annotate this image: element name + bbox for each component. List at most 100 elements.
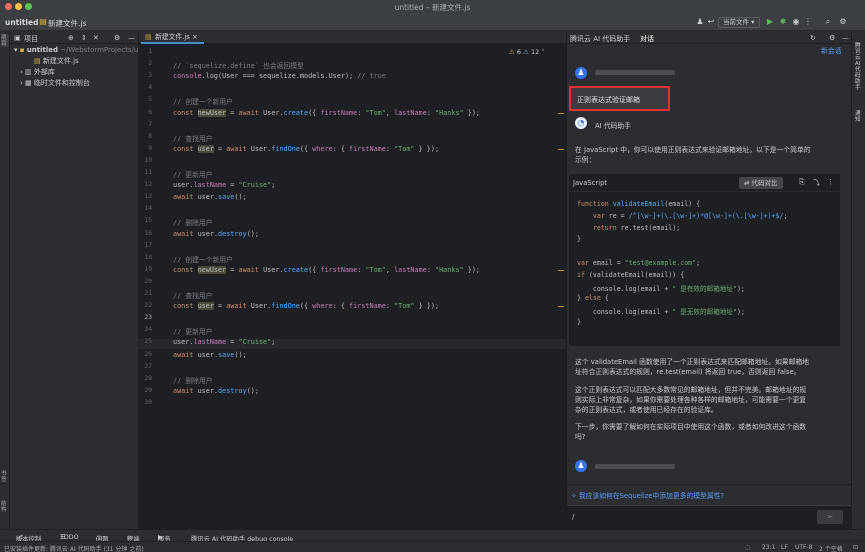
code-token: console.log(email +	[577, 308, 673, 317]
structure-tool-button[interactable]: 结构	[1, 501, 9, 513]
code-token: var	[577, 259, 593, 267]
new-chat-link[interactable]: 新会话	[821, 45, 841, 55]
warning-marker[interactable]	[558, 112, 564, 114]
code-token: // 删除用户	[173, 376, 213, 385]
root-folder-path: ~/WebstormProjects/un	[60, 46, 139, 54]
code-compare-label: 代码对比	[751, 179, 778, 187]
more-icon[interactable]: ⋮	[827, 178, 834, 186]
code-token: firstName	[349, 144, 386, 153]
run-configuration-select[interactable]: 当前文件 ▾	[718, 17, 760, 28]
intro-line-1: 在 JavaScript 中，你可以使用正则表达式来验证邮箱地址。以下是一个简单…	[575, 146, 811, 154]
code-line: await user.destroy();	[173, 387, 259, 395]
code-token: user	[197, 229, 214, 238]
user-icon[interactable]: ♟	[695, 17, 705, 27]
project-tool-button[interactable]: 项目	[1, 35, 9, 47]
code-line: user.lastName = "Cruise";	[173, 181, 275, 189]
indent-setting[interactable]: 2 个空格	[819, 544, 843, 552]
send-button[interactable]: ➢	[817, 510, 843, 524]
suggested-question-text: 我应该如何在Sequelize中添加更多的模型属性?	[578, 492, 725, 500]
line-number: 3	[148, 72, 152, 80]
code-token: ,	[385, 265, 395, 274]
warning-marker[interactable]	[558, 306, 564, 308]
file-breadcrumb[interactable]: 新建文件.js	[48, 18, 86, 29]
code-token: ();	[234, 193, 247, 202]
line-number: 25	[144, 338, 152, 346]
ai-tool-button[interactable]: 腾讯云 AI 代码助手	[855, 43, 863, 91]
locate-icon[interactable]: ⊕	[68, 34, 74, 42]
warning-marker[interactable]	[558, 269, 564, 271]
code-compare-button[interactable]: ⇄ 代码对比	[739, 177, 783, 189]
assistant-intro: 在 JavaScript 中，你可以使用正则表达式来验证邮箱地址。以下是一个简单…	[575, 145, 811, 165]
code-token: re.test(email);	[620, 223, 681, 232]
code-token: await	[173, 193, 198, 202]
chevron-right-icon: ›	[20, 79, 23, 87]
cursor-position[interactable]: 23:1	[762, 544, 775, 551]
tree-external-libraries[interactable]: › ▥ 外部库	[20, 67, 55, 78]
panel-settings-icon[interactable]: ⚙	[829, 34, 835, 42]
status-icon[interactable]: ◌	[745, 544, 750, 551]
code-line: await user.save();	[173, 193, 247, 201]
code-token: where	[312, 302, 333, 311]
insert-icon[interactable]: ⤵	[813, 178, 820, 188]
code-token: =	[226, 265, 239, 274]
code-token: await	[238, 108, 264, 117]
more-icon[interactable]: ⋮	[803, 17, 813, 27]
line-number: 28	[144, 374, 152, 382]
tree-scratches[interactable]: › ▦ 临时文件和控制台	[20, 78, 90, 89]
ai-code-line: } else {	[577, 294, 609, 302]
chevron-up-icon[interactable]: ˄	[541, 48, 544, 56]
code-token: :	[385, 144, 395, 153]
code-editor[interactable]: ▤ 新建文件.js × ⚠ 6 ⚠ 12 ˄ 1 2 3 4 5 6 7 8 9 10 11 12 13…	[139, 31, 566, 529]
run-icon[interactable]: ▶	[765, 17, 775, 27]
expand-icon[interactable]: ✕	[93, 34, 99, 42]
ai-chat-tab[interactable]: 对话	[640, 34, 654, 44]
copy-icon[interactable]: ⎘	[799, 178, 805, 187]
file-encoding[interactable]: UTF-8	[795, 544, 813, 551]
code-token: );	[736, 284, 745, 293]
search-icon[interactable]: ⌕	[823, 17, 833, 27]
stop-icon[interactable]: ◉	[791, 17, 801, 27]
settings-gear-icon[interactable]: ⚙	[838, 17, 848, 27]
right-tool-strip: 腾讯云 AI 代码助手 通知	[851, 31, 865, 529]
panel-settings-icon[interactable]: ⚙	[114, 34, 120, 42]
code-token: User	[263, 265, 280, 274]
project-breadcrumb[interactable]: untitled	[5, 18, 38, 27]
send-icon: ➢	[826, 512, 834, 521]
bookmarks-tool-button[interactable]: 书签	[1, 471, 9, 483]
line-number: 15	[144, 217, 152, 225]
code-token: "test@example.com"	[624, 259, 697, 267]
tree-root[interactable]: ▾ ▪ untitled ~/WebstormProjects/un	[14, 45, 139, 56]
code-token: var	[577, 211, 609, 220]
editor-tab-active[interactable]: ▤ 新建文件.js ×	[141, 31, 204, 44]
code-token: } });	[414, 302, 440, 311]
chat-input[interactable]: / ➢	[567, 505, 851, 529]
explain1-line-1: 这个 validateEmail 函数使用了一个正则表达式来匹配邮箱地址。如果邮…	[575, 358, 809, 366]
code-token: ;	[783, 211, 788, 220]
code-token: "Cruise"	[238, 338, 272, 347]
ai-panel-title[interactable]: 腾讯云 AI 代码助手	[570, 34, 630, 44]
notifications-tool-button[interactable]: 通知	[855, 111, 863, 123]
collapse-icon[interactable]: ⇕	[81, 34, 87, 42]
suggested-question[interactable]: ✧ 我应该如何在Sequelize中添加更多的模型属性?	[571, 490, 724, 500]
project-panel-title[interactable]: 项目	[24, 34, 38, 44]
refresh-icon[interactable]: ↻	[810, 34, 816, 42]
tree-file[interactable]: ▤ 新建文件.js	[34, 56, 79, 67]
vcs-arrow-icon[interactable]: ↩	[706, 17, 716, 27]
line-number: 8	[148, 132, 152, 140]
hide-panel-icon[interactable]: —	[128, 34, 135, 42]
code-token: firstName	[320, 108, 358, 117]
close-icon[interactable]: ×	[192, 33, 198, 41]
hide-panel-icon[interactable]: —	[842, 34, 849, 42]
code-token: }	[577, 294, 585, 303]
status-message[interactable]: 已安装插件更新: 腾讯云 AI 代码助手 (31 分钟 之前)	[4, 544, 144, 552]
inspection-widget[interactable]: ⚠ 6 ⚠ 12 ˄	[509, 48, 545, 56]
warning-marker[interactable]	[558, 148, 564, 150]
debug-icon[interactable]: ✱	[778, 17, 788, 27]
ai-code-line: console.log(email + " 是无效的邮箱地址");	[577, 306, 745, 316]
lock-icon[interactable]: ⊡	[853, 544, 858, 551]
code-token: (email) {	[664, 200, 701, 208]
code-token: await	[226, 144, 251, 153]
code-token: :	[426, 108, 435, 117]
code-token: const	[173, 265, 198, 274]
line-separator[interactable]: LF	[781, 544, 788, 551]
